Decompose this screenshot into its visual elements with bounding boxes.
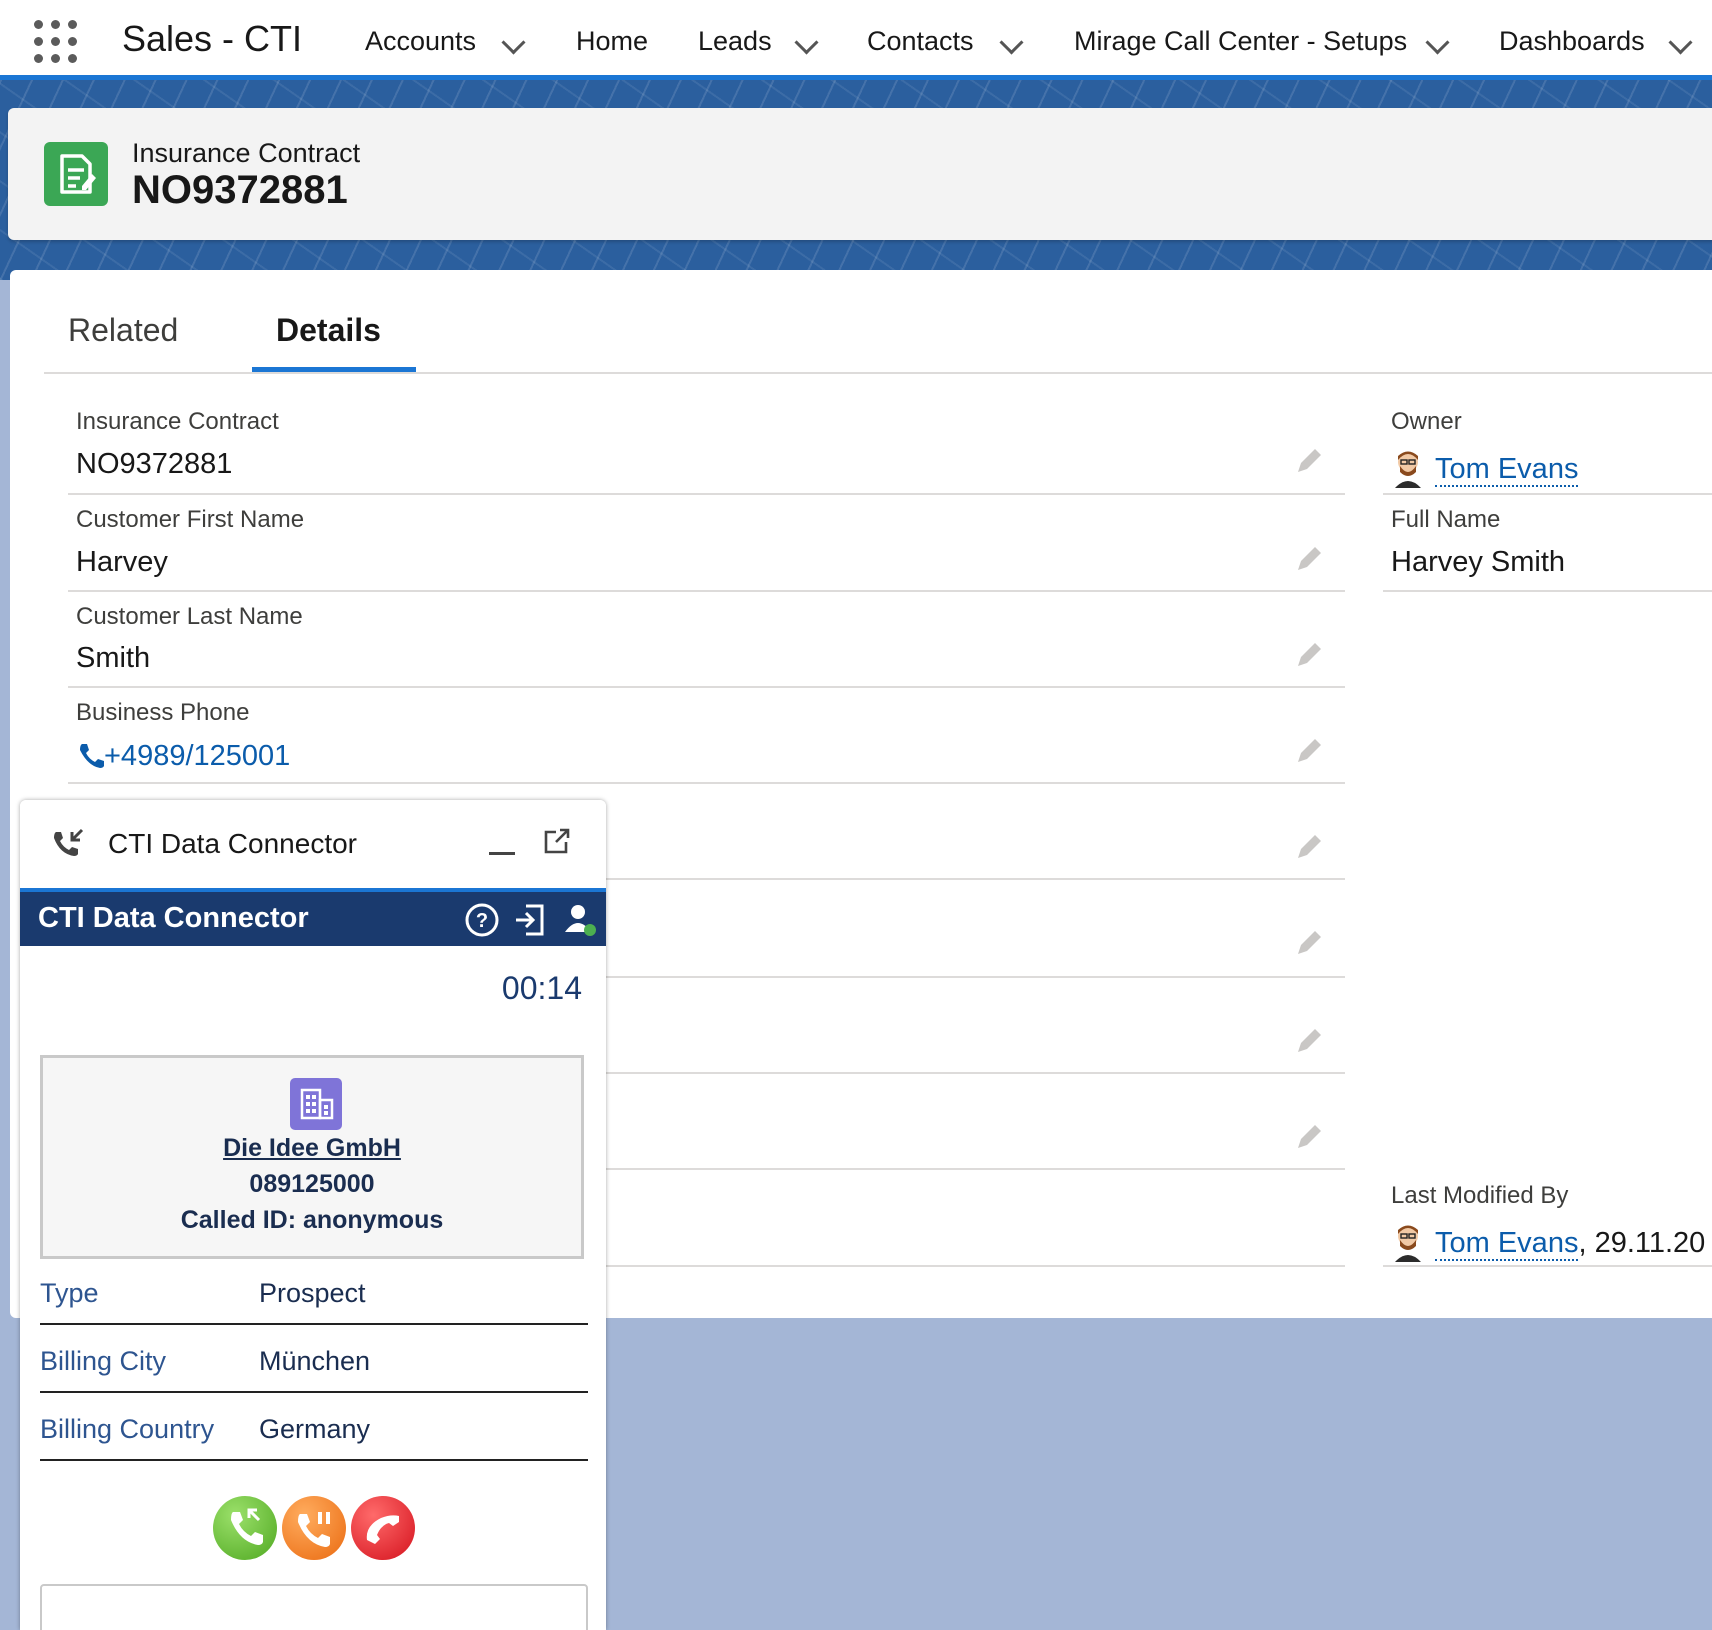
caller-info-card: Die Idee GmbH 089125000 Called ID: anony… [40, 1055, 584, 1259]
field-label-customer-last-name: Customer Last Name [76, 603, 303, 630]
call-timer: 00:14 [501, 970, 582, 1006]
owner-field: Tom Evans [1391, 448, 1579, 488]
tabs-divider [44, 372, 1712, 374]
field-divider [1383, 1265, 1712, 1267]
nav-item-mirage-call-center-setups[interactable]: Mirage Call Center - Setups [1074, 26, 1407, 57]
nav-item-leads[interactable]: Leads [698, 26, 772, 57]
edit-pencil-icon[interactable] [1294, 640, 1324, 670]
contacts-chevron-down-icon[interactable] [999, 30, 1024, 55]
field-divider [68, 493, 1345, 495]
edit-pencil-icon[interactable] [1294, 832, 1324, 862]
popout-icon[interactable] [542, 826, 572, 856]
field-label-last-modified-by: Last Modified By [1391, 1182, 1569, 1209]
edit-pencil-icon[interactable] [1294, 928, 1324, 958]
field-label-customer-first-name: Customer First Name [76, 506, 305, 533]
last-modified-user-link[interactable]: Tom Evans [1435, 1227, 1579, 1261]
cti-value-billing-country: Germany [259, 1414, 371, 1444]
accounts-chevron-down-icon[interactable] [501, 30, 526, 55]
record-type-label: Insurance Contract [132, 138, 361, 168]
last-modified-date: , 29.11.20 [1578, 1227, 1706, 1259]
leads-chevron-down-icon[interactable] [794, 30, 819, 55]
hold-call-button[interactable] [282, 1496, 346, 1560]
cti-notes-input[interactable] [40, 1584, 588, 1630]
called-id: Called ID: anonymous [180, 1206, 444, 1234]
hangup-call-button[interactable] [351, 1496, 415, 1560]
help-icon[interactable]: ? [464, 902, 500, 938]
owner-link[interactable]: Tom Evans [1435, 453, 1579, 487]
tab-related[interactable]: Related [68, 312, 178, 349]
incoming-call-icon [54, 828, 84, 856]
field-label-business-phone: Business Phone [76, 699, 250, 726]
business-phone-link[interactable]: +4989/125001 [76, 740, 290, 773]
caller-account-link[interactable]: Die Idee GmbH [43, 1134, 581, 1163]
app-launcher-icon[interactable] [34, 20, 78, 64]
hold-phone-icon [298, 1512, 330, 1547]
cti-window-title: CTI Data Connector [108, 828, 357, 859]
cti-softphone-panel: CTI Data Connector CTI Data Connector ? … [20, 800, 606, 1630]
field-value-customer-last-name: Smith [76, 642, 151, 674]
field-divider [68, 686, 1345, 688]
record-title: NO9372881 [132, 168, 348, 212]
field-value-insurance-contract: NO9372881 [76, 448, 233, 480]
login-icon[interactable] [512, 902, 548, 938]
answer-call-button[interactable] [213, 1496, 277, 1560]
field-value-full-name: Harvey Smith [1391, 546, 1566, 578]
mirage-setups-chevron-down-icon[interactable] [1425, 30, 1450, 55]
dashboards-chevron-down-icon[interactable] [1668, 30, 1693, 55]
svg-text:?: ? [476, 910, 488, 932]
nav-item-dashboards[interactable]: Dashboards [1499, 26, 1645, 57]
nav-item-accounts[interactable]: Accounts [365, 26, 476, 57]
edit-pencil-icon[interactable] [1294, 446, 1324, 476]
account-building-icon [290, 1078, 342, 1130]
edit-pencil-icon[interactable] [1294, 1026, 1324, 1056]
avatar [1391, 448, 1425, 488]
cti-divider [40, 1459, 588, 1461]
cti-divider [40, 1323, 588, 1325]
tab-details[interactable]: Details [276, 312, 381, 349]
edit-pencil-icon[interactable] [1294, 736, 1324, 766]
field-divider [68, 590, 1345, 592]
field-divider [1383, 590, 1712, 592]
hangup-phone-icon [366, 1515, 399, 1544]
record-header: Insurance Contract NO9372881 [8, 108, 1712, 240]
caller-phone: 089125000 [249, 1170, 375, 1198]
contract-icon [44, 142, 108, 206]
field-divider [68, 782, 1345, 784]
field-label-owner: Owner [1391, 408, 1462, 435]
field-label-full-name: Full Name [1391, 506, 1501, 533]
cti-header-bar: CTI Data Connector ? [20, 888, 606, 946]
cti-label-type: Type [40, 1278, 99, 1308]
global-nav-bar: Sales - CTI Accounts Home Leads Contacts… [0, 0, 1712, 80]
edit-pencil-icon[interactable] [1294, 544, 1324, 574]
cti-header-title: CTI Data Connector [38, 902, 309, 934]
phone-icon [80, 744, 104, 768]
cti-divider [40, 1391, 588, 1393]
cti-value-billing-city: München [259, 1346, 371, 1376]
field-label-insurance-contract: Insurance Contract [76, 408, 279, 435]
minimize-icon[interactable] [489, 852, 515, 855]
app-name: Sales - CTI [122, 18, 303, 59]
field-divider [1383, 493, 1712, 495]
last-modified-field: Tom Evans, 29.11.20 [1391, 1222, 1705, 1262]
cti-window-titlebar: CTI Data Connector [20, 800, 606, 888]
agent-status-icon[interactable] [560, 900, 600, 940]
edit-pencil-icon[interactable] [1294, 1122, 1324, 1152]
field-value-customer-first-name: Harvey [76, 546, 168, 578]
cti-label-billing-country: Billing Country [40, 1414, 215, 1444]
cti-label-billing-city: Billing City [40, 1346, 167, 1376]
answer-phone-icon [231, 1508, 263, 1545]
nav-item-home[interactable]: Home [576, 26, 648, 57]
avatar [1391, 1222, 1425, 1262]
cti-value-type: Prospect [259, 1278, 366, 1308]
business-phone-value: +4989/125001 [104, 740, 291, 772]
nav-item-contacts[interactable]: Contacts [867, 26, 974, 57]
